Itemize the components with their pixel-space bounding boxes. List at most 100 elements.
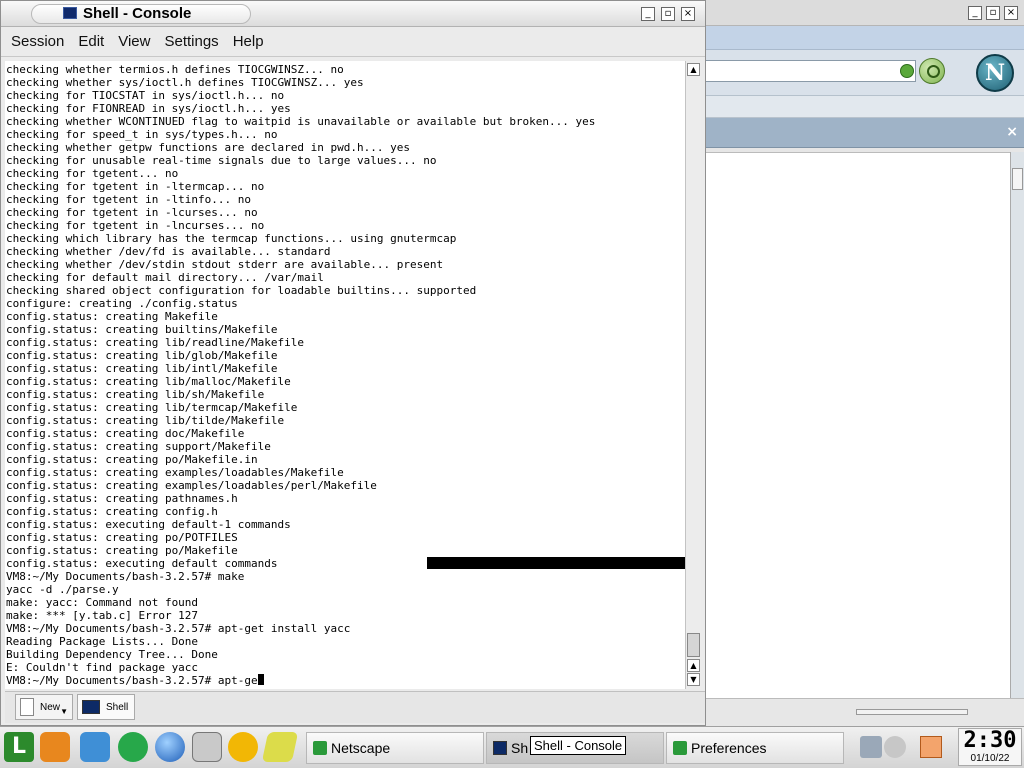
- terminal-line: Reading Package Lists... Done: [6, 635, 199, 648]
- toolbox-icon[interactable]: [192, 732, 222, 762]
- terminal-prompt-line[interactable]: VM8:~/My Documents/bash-3.2.57# apt-ge: [6, 674, 685, 687]
- pen-icon[interactable]: [261, 732, 299, 762]
- globe-icon[interactable]: [155, 732, 185, 762]
- url-dropdown-icon[interactable]: [900, 64, 914, 78]
- menu-settings[interactable]: Settings: [164, 33, 218, 50]
- scroll-down-icon[interactable]: ▼: [687, 673, 700, 686]
- tab-shell[interactable]: Shell: [77, 694, 135, 720]
- clock[interactable]: 2:30 01/10/22: [958, 728, 1022, 766]
- terminal-line: config.status: creating lib/readline/Mak…: [6, 336, 305, 349]
- shell-tab-label: Shell: [106, 701, 129, 713]
- terminal-line: checking for tgetent in -lncurses... no: [6, 219, 265, 232]
- task-netscape-label: Netscape: [331, 740, 391, 756]
- terminal-icon: [493, 741, 507, 755]
- terminal-line: checking whether getpw functions are dec…: [6, 141, 410, 154]
- scroll-up-icon[interactable]: ▲: [687, 63, 700, 76]
- cube-icon[interactable]: [80, 732, 110, 762]
- terminal-icon: [63, 7, 77, 19]
- terminal-line: config.status: creating lib/glob/Makefil…: [6, 349, 278, 362]
- browser-content: [704, 152, 1024, 698]
- terminal-line: checking for tgetent in -ltinfo... no: [6, 193, 252, 206]
- window-title: Shell - Console: [83, 5, 192, 22]
- power-icon[interactable]: [920, 736, 942, 758]
- terminal-line: checking for FIONREAD in sys/ioctl.h... …: [6, 102, 291, 115]
- netscape-logo-icon[interactable]: N: [976, 54, 1014, 92]
- terminal-line: checking for speed_t in sys/types.h... n…: [6, 128, 278, 141]
- terminal-line: VM8:~/My Documents/bash-3.2.57# make: [6, 570, 245, 583]
- session-tabbar: New ▼ Shell: [5, 691, 705, 723]
- close-icon[interactable]: ×: [1004, 6, 1018, 20]
- text-cursor: [257, 674, 264, 685]
- lifejacket-icon[interactable]: [40, 732, 70, 762]
- terminal-line: config.status: creating lib/termcap/Make…: [6, 401, 298, 414]
- minimize-icon[interactable]: _: [641, 7, 655, 21]
- maximize-icon[interactable]: ▫: [986, 6, 1000, 20]
- menu-help[interactable]: Help: [233, 33, 264, 50]
- minimize-icon[interactable]: _: [968, 6, 982, 20]
- scrollbar-thumb[interactable]: [687, 633, 700, 657]
- terminal-output[interactable]: checking whether termios.h defines TIOCG…: [5, 61, 685, 689]
- netscape-icon: [313, 741, 327, 755]
- terminal-line: config.status: creating po/POTFILES: [6, 531, 238, 544]
- menu-edit[interactable]: Edit: [78, 33, 104, 50]
- prompt-text: VM8:~/My Documents/bash-3.2.57# apt-ge: [6, 674, 258, 687]
- close-icon[interactable]: ×: [1006, 124, 1018, 140]
- close-icon[interactable]: ×: [681, 7, 695, 21]
- chevron-down-icon[interactable]: ▼: [60, 707, 68, 716]
- terminal-line: config.status: creating pathnames.h: [6, 492, 238, 505]
- terminal-line: config.status: creating examples/loadabl…: [6, 466, 344, 479]
- start-menu-icon[interactable]: L: [4, 732, 34, 762]
- person-icon[interactable]: [228, 732, 258, 762]
- progress-bar: [856, 709, 968, 715]
- task-shell-label: Sh: [511, 740, 529, 756]
- scroll-up-icon[interactable]: ▲: [687, 659, 700, 672]
- url-input[interactable]: [704, 60, 916, 82]
- terminal-line: config.status: creating lib/tilde/Makefi…: [6, 414, 285, 427]
- browser-scrollbar[interactable]: [1010, 152, 1024, 698]
- console-window: Shell - Console _ ▫ × Session Edit View …: [0, 0, 706, 726]
- terminal-line: config.status: creating config.h: [6, 505, 218, 518]
- terminal-line: config.status: executing default-1 comma…: [6, 518, 291, 531]
- terminal-line: E: Couldn't find package yacc: [6, 661, 199, 674]
- search-icon[interactable]: [919, 58, 945, 84]
- runner-icon[interactable]: [118, 732, 148, 762]
- preferences-icon: [673, 741, 687, 755]
- terminal-line: checking whether WCONTINUED flag to wait…: [6, 115, 596, 128]
- terminal-line: config.status: creating doc/Makefile: [6, 427, 245, 440]
- terminal-line: config.status: creating support/Makefile: [6, 440, 271, 453]
- console-menubar: Session Edit View Settings Help: [1, 27, 705, 57]
- clock-time: 2:30: [963, 728, 1017, 753]
- terminal-line: checking for tgetent... no: [6, 167, 179, 180]
- redacted-bar: [427, 557, 685, 569]
- console-titlebar[interactable]: Shell - Console _ ▫ ×: [1, 1, 705, 27]
- terminal-line: checking whether termios.h defines TIOCG…: [6, 63, 344, 76]
- terminal-line: checking whether /dev/stdin stdout stder…: [6, 258, 444, 271]
- speaker-icon[interactable]: [860, 736, 882, 758]
- terminal-line: checking for tgetent in -ltermcap... no: [6, 180, 265, 193]
- terminal-line: config.status: creating lib/sh/Makefile: [6, 388, 265, 401]
- task-netscape[interactable]: Netscape: [306, 732, 484, 764]
- new-session-button[interactable]: New ▼: [15, 694, 73, 720]
- maximize-icon[interactable]: ▫: [661, 7, 675, 21]
- terminal-icon: [82, 700, 100, 714]
- terminal-line: checking which library has the termcap f…: [6, 232, 457, 245]
- taskbar: L Netscape Sh Preferences: [0, 726, 1024, 768]
- terminal-scrollbar[interactable]: ▲ ▲ ▼: [685, 61, 701, 689]
- terminal-line: checking for tgetent in -lcurses... no: [6, 206, 258, 219]
- terminal-line: config.status: creating po/Makefile: [6, 544, 238, 557]
- terminal-line: checking for TIOCSTAT in sys/ioctl.h... …: [6, 89, 285, 102]
- terminal-line: config.status: creating builtins/Makefil…: [6, 323, 278, 336]
- menu-view[interactable]: View: [118, 33, 150, 50]
- new-tab-label: New: [40, 701, 61, 713]
- mixer-icon[interactable]: [884, 736, 906, 758]
- terminal-line: checking whether sys/ioctl.h defines TIO…: [6, 76, 364, 89]
- menu-session[interactable]: Session: [11, 33, 64, 50]
- task-preferences-label: Preferences: [691, 740, 767, 756]
- terminal-line: checking whether /dev/fd is available...…: [6, 245, 331, 258]
- taskbar-tooltip: Shell - Console: [530, 736, 627, 755]
- terminal-line: checking for default mail directory... /…: [6, 271, 324, 284]
- terminal-line: config.status: creating po/Makefile.in: [6, 453, 258, 466]
- terminal-line: make: *** [y.tab.c] Error 127: [6, 609, 199, 622]
- task-preferences[interactable]: Preferences: [666, 732, 844, 764]
- terminal-line: VM8:~/My Documents/bash-3.2.57# apt-get …: [6, 622, 351, 635]
